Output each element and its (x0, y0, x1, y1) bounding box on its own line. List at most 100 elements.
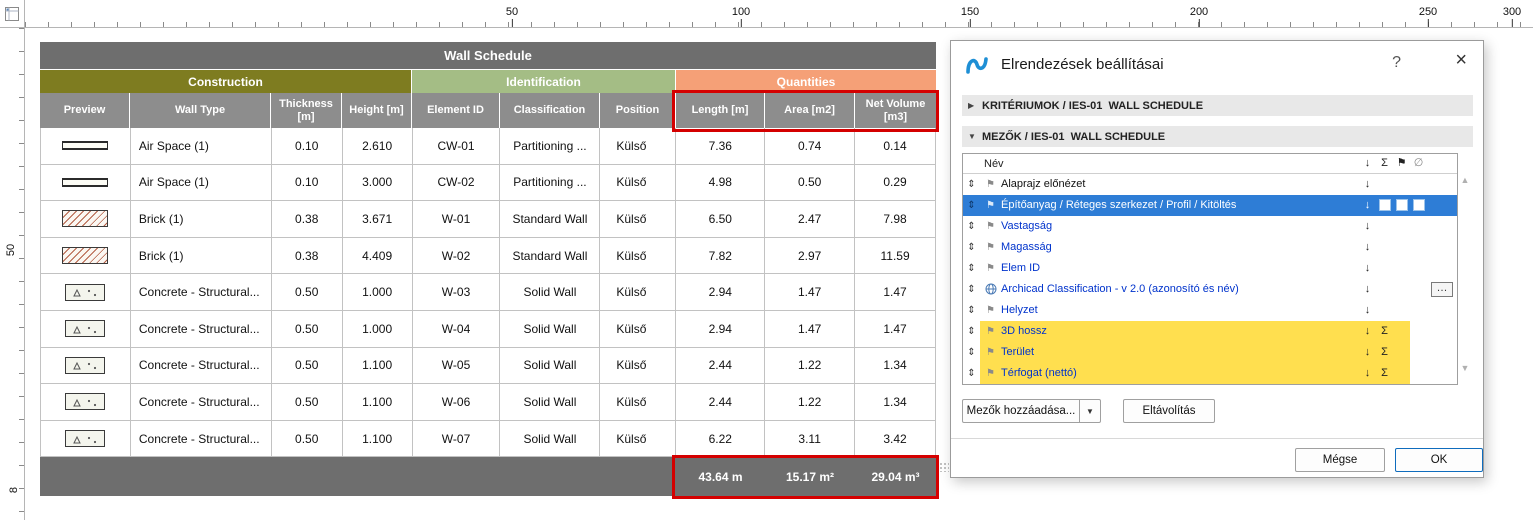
net-volume-cell: 7.98 (855, 201, 937, 237)
sort-down-icon[interactable]: ↓ (1359, 216, 1376, 237)
remove-button[interactable]: Eltávolítás (1123, 399, 1215, 423)
table-row[interactable]: Concrete - Structural... 0.50 1.100 W-06… (41, 384, 937, 421)
hide-column-icon[interactable]: ∅ (1410, 154, 1427, 174)
field-row[interactable]: ⇕ ⚑ Vastagság ↓ (963, 216, 1457, 237)
sort-down-icon[interactable]: ↓ (1359, 342, 1376, 363)
ruler-mark: 250 (1418, 6, 1438, 27)
sum-column-icon[interactable]: Σ (1376, 154, 1393, 174)
table-resize-grip[interactable] (939, 462, 949, 472)
element-id-cell: W-04 (413, 310, 501, 347)
air-space-preview-icon (62, 141, 109, 151)
element-id-cell: W-01 (413, 201, 501, 237)
fields-list-wrap: Név ↓ Σ ⚑ ∅ ⇕ ⚑ Alaprajz előnézet ↓ ⇕ ⚑ … (962, 153, 1473, 385)
horizontal-ruler: 50 100 150 200 250 300 (25, 0, 1533, 28)
column-header-position[interactable]: Position (600, 93, 676, 128)
help-icon[interactable]: ? (1392, 54, 1401, 72)
field-row-summed[interactable]: ⇕ ⚑ Terület ↓ Σ (963, 342, 1457, 363)
sort-down-icon[interactable]: ↓ (1359, 363, 1376, 384)
concrete-preview-icon (65, 430, 106, 448)
field-row[interactable]: ⇕ ⚑ Helyzet ↓ (963, 300, 1457, 321)
sum-icon[interactable]: Σ (1376, 342, 1393, 363)
column-header-net-volume[interactable]: Net Volume [m3] (855, 93, 936, 128)
sort-down-icon[interactable]: ↓ (1359, 237, 1376, 258)
area-cell: 1.22 (765, 384, 856, 420)
table-row[interactable]: Air Space (1) 0.10 3.000 CW-02 Partition… (41, 164, 937, 202)
table-row[interactable]: Concrete - Structural... 0.50 1.000 W-04… (41, 310, 937, 348)
field-row[interactable]: ⇕ ⚑ Magasság ↓ (963, 237, 1457, 258)
option-box[interactable] (1412, 199, 1425, 212)
flag-column-icon[interactable]: ⚑ (1393, 154, 1410, 174)
table-row[interactable]: Air Space (1) 0.10 2.610 CW-01 Partition… (41, 128, 937, 165)
table-row[interactable]: Brick (1) 0.38 4.409 W-02 Standard Wall … (41, 237, 937, 275)
element-id-cell: W-02 (413, 237, 501, 274)
drag-handle-icon[interactable]: ⇕ (963, 342, 980, 363)
sort-down-icon[interactable]: ↓ (1359, 279, 1376, 300)
close-icon[interactable]: × (1455, 49, 1467, 72)
dropdown-arrow-icon[interactable]: ▼ (1079, 400, 1100, 422)
sort-down-icon[interactable]: ↓ (1359, 174, 1376, 195)
field-row-summed[interactable]: ⇕ ⚑ 3D hossz ↓ Σ (963, 321, 1457, 342)
cancel-button[interactable]: Mégse (1295, 448, 1385, 472)
wall-type-cell: Concrete - Structural... (131, 310, 272, 347)
drag-handle-icon[interactable]: ⇕ (963, 363, 980, 384)
table-row[interactable]: Concrete - Structural... 0.50 1.000 W-03… (41, 274, 937, 311)
field-row[interactable]: ⇕ ⚑ Elem ID ↓ (963, 258, 1457, 279)
field-label: Térfogat (nettó) (1001, 363, 1359, 384)
sort-down-icon[interactable]: ↓ (1359, 321, 1376, 342)
drag-handle-icon[interactable]: ⇕ (963, 195, 980, 216)
field-flag-icon: ⚑ (986, 179, 995, 190)
field-row[interactable]: ⇕ ⚑ Alaprajz előnézet ↓ (963, 174, 1457, 195)
column-header-wall-type[interactable]: Wall Type (130, 93, 271, 128)
field-row-selected[interactable]: ⇕ ⚑ Építőanyag / Réteges szerkezet / Pro… (963, 195, 1457, 216)
schedule-column-header: Preview Wall Type Thickness [m] Height [… (40, 93, 936, 128)
column-header-thickness[interactable]: Thickness [m] (271, 93, 342, 128)
field-flag-icon: ⚑ (986, 200, 995, 211)
more-options-button[interactable]: … (1431, 282, 1453, 297)
sum-icon[interactable]: Σ (1376, 363, 1393, 384)
element-id-cell: W-03 (413, 274, 501, 310)
sort-down-icon[interactable]: ↓ (1359, 195, 1376, 216)
column-header-height[interactable]: Height [m] (342, 93, 412, 128)
column-header-preview[interactable]: Preview (40, 93, 130, 128)
ruler-mark: 8 (7, 486, 20, 494)
drag-handle-icon[interactable]: ⇕ (963, 279, 980, 300)
drag-handle-icon[interactable]: ⇕ (963, 216, 980, 237)
column-header-area[interactable]: Area [m2] (765, 93, 855, 128)
preview-cell (41, 164, 131, 201)
drag-handle-icon[interactable]: ⇕ (963, 321, 980, 342)
sort-down-icon[interactable]: ↓ (1359, 300, 1376, 321)
schedule-title: Wall Schedule (40, 42, 936, 70)
drag-handle-icon[interactable]: ⇕ (963, 300, 980, 321)
add-fields-button[interactable]: Mezők hozzáadása... ▼ (962, 399, 1101, 423)
sort-down-icon[interactable]: ↓ (1359, 258, 1376, 279)
chevron-right-icon: ▶ (968, 101, 975, 110)
section-criteria[interactable]: ▶ KRITÉRIUMOK / IES-01 WALL SCHEDULE (962, 95, 1473, 116)
column-header-classification[interactable]: Classification (500, 93, 600, 128)
position-cell: Külső (600, 420, 677, 457)
position-cell: Külső (600, 274, 677, 310)
table-row[interactable]: Concrete - Structural... 0.50 1.100 W-07… (41, 420, 937, 458)
drag-handle-icon[interactable]: ⇕ (963, 237, 980, 258)
scroll-up-icon[interactable]: ▲ (1458, 175, 1472, 185)
sort-column-icon[interactable]: ↓ (1359, 154, 1376, 174)
drag-handle-icon[interactable]: ⇕ (963, 174, 980, 195)
field-row[interactable]: ⇕ Archicad Classification - v 2.0 (azono… (963, 279, 1457, 300)
brick-preview-icon (62, 247, 109, 265)
drag-handle-icon[interactable]: ⇕ (963, 258, 980, 279)
section-fields[interactable]: ▼ MEZŐK / IES-01 WALL SCHEDULE (962, 126, 1473, 147)
table-row[interactable]: Brick (1) 0.38 3.671 W-01 Standard Wall … (41, 201, 937, 238)
thickness-cell: 0.50 (272, 310, 343, 347)
field-row-summed[interactable]: ⇕ ⚑ Térfogat (nettó) ↓ Σ (963, 363, 1457, 384)
dialog-titlebar[interactable]: Elrendezések beállításai ? × (951, 41, 1483, 87)
position-cell: Külső (600, 310, 677, 347)
option-box[interactable] (1378, 199, 1391, 212)
name-column-header[interactable]: Név (980, 158, 1359, 170)
option-box[interactable] (1395, 199, 1408, 212)
net-volume-cell: 0.29 (855, 164, 937, 201)
scroll-down-icon[interactable]: ▼ (1458, 363, 1472, 373)
column-header-element-id[interactable]: Element ID (412, 93, 500, 128)
sum-icon[interactable]: Σ (1376, 321, 1393, 342)
ok-button[interactable]: OK (1395, 448, 1483, 472)
column-header-length[interactable]: Length [m] (676, 93, 765, 128)
table-row[interactable]: Concrete - Structural... 0.50 1.100 W-05… (41, 347, 937, 385)
